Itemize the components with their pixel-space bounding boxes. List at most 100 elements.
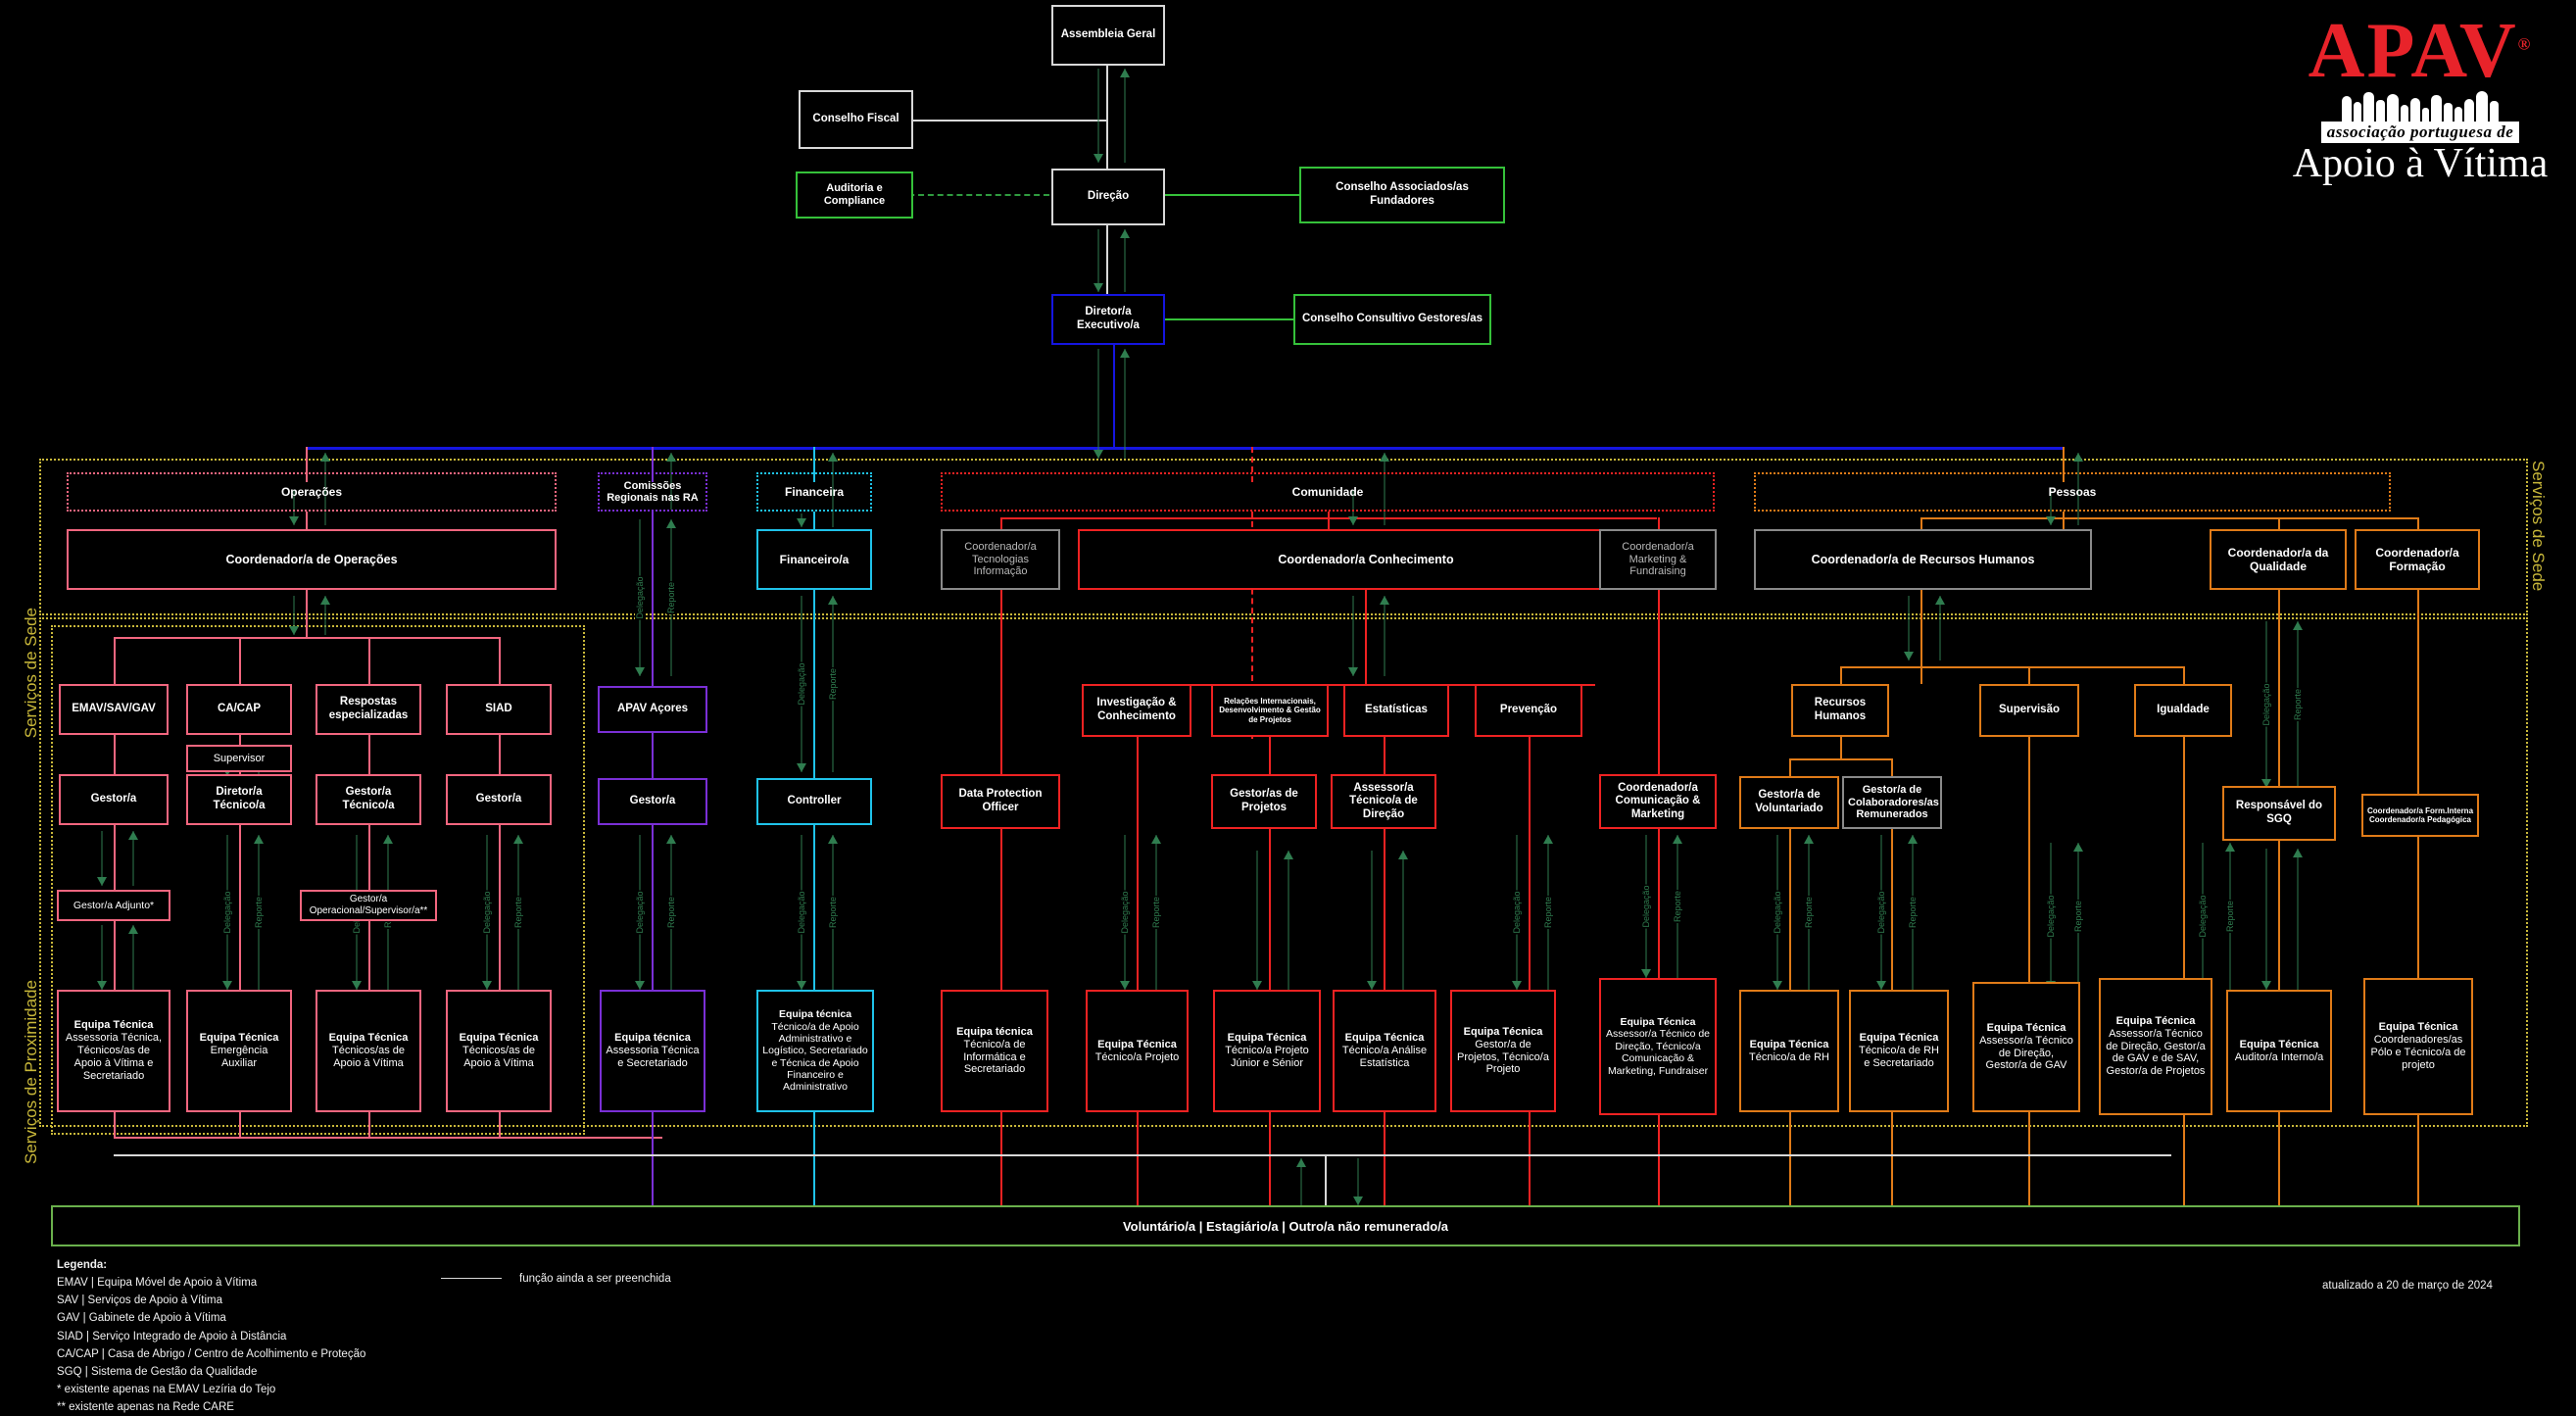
legend-item-double-asterisk: ** existente apenas na Rede CARE [57,1401,234,1414]
node-responsavel-sgq[interactable]: Responsável do SGQ [2222,786,2336,841]
node-coordenador-rh[interactable]: Coordenador/a de Recursos Humanos [1754,529,2092,590]
team-title: Equipa Técnica [73,1019,154,1032]
node-controller[interactable]: Controller [756,778,872,825]
bus-blue-drop [1113,345,1115,448]
arrow-rep-sgq [2290,849,2306,990]
arrow-deleg-op-1 [94,831,110,886]
line-op-to-emav [114,637,116,684]
line-recursos-to-vol [1789,758,1791,776]
line-emav-gestor [114,735,116,774]
team-box-formacao[interactable]: Equipa Técnica Coordenadores/as Pólo e T… [2363,978,2473,1115]
team-box-qualidade[interactable]: Equipa Técnica Auditor/a Interno/a [2226,990,2332,1112]
node-assessor-tecnico-direcao[interactable]: Assessor/a Técnico/a de Direção [1331,774,1436,829]
node-conselho-fiscal[interactable]: Conselho Fiscal [799,90,913,149]
node-relacoes-internacionais[interactable]: Relações Internacionais, Desenvolvimento… [1211,684,1329,737]
line-recursos-to-colab [1891,758,1893,776]
team-title: Equipa técnica [778,1008,852,1021]
node-dpo[interactable]: Data Protection Officer [941,774,1060,829]
team-line: Assessoria Técnica, Técnicos/as de Apoio… [65,1032,163,1082]
band-financeira[interactable]: Financeira [756,472,872,512]
node-gestor-tecnico[interactable]: Gestor/a Técnico/a [316,774,421,825]
node-coordenador-conhecimento[interactable]: Coordenador/a Conhecimento [1078,529,1654,590]
node-assembleia-geral[interactable]: Assembleia Geral [1051,5,1165,66]
team-title: Equipa Técnica [2115,1014,2196,1027]
team-box-com-2[interactable]: Equipa Técnica Técnico/a Projeto Júnior … [1213,990,1321,1112]
band-operacoes[interactable]: Operações [67,472,557,512]
node-diretor-executivo[interactable]: Diretor/a Executivo/a [1051,294,1165,345]
line-rh-to-supervisao [2028,666,2030,684]
team-box-pessoas-4[interactable]: Equipa Técnica Assessor/a Técnico de Dir… [2099,978,2212,1115]
line-resp-gestor [368,735,370,774]
node-gestor-emav[interactable]: Gestor/a [59,774,169,825]
legend-item-sav: SAV | Serviços de Apoio à Vítima [57,1294,222,1307]
node-coordenador-tecnologias[interactable]: Coordenador/a Tecnologias Informação [941,529,1060,590]
band-pessoas[interactable]: Pessoas [1754,472,2391,512]
band-comissoes-regionais[interactable]: Comissões Regionais nas RA [598,472,707,512]
line-band-coord-operacoes [306,512,308,529]
team-box-op-4[interactable]: Equipa Técnica Técnicos/as de Apoio à Ví… [446,990,552,1112]
arrow-deleg-band-fin [794,513,809,527]
line-superv-equipa [2028,737,2030,990]
team-box-regional[interactable]: Equipa técnica Assessoria Técnica e Secr… [600,990,705,1112]
team-box-com-4[interactable]: Equipa Técnica Gestor/a de Projetos, Téc… [1450,990,1556,1112]
line-controller-equipa [813,825,815,990]
team-title: Equipa Técnica [1344,1032,1425,1045]
node-coordenador-marketing[interactable]: Coordenador/a Marketing & Fundraising [1599,529,1717,590]
node-gestor-adjunto[interactable]: Gestor/a Adjunto* [57,890,170,921]
node-gestor-siad[interactable]: Gestor/a [446,774,552,825]
node-apav-acores[interactable]: APAV Açores [598,686,707,733]
line-gestor-equipa-ri [1269,829,1271,990]
node-supervisor[interactable]: Supervisor [186,745,292,772]
node-coordenador-formacao[interactable]: Coordenador/a Formação [2355,529,2480,590]
arrow-rep-igual: Reporte [2222,843,2238,990]
team-line: Assessor/a Técnico de Direção, Gestor/a … [1979,1034,2073,1072]
node-supervisao[interactable]: Supervisão [1979,684,2079,737]
node-gestor-projetos[interactable]: Gestor/as de Projetos [1211,774,1317,829]
node-coordenador-formacao-interna[interactable]: Coordenador/a Form.Interna Coordenador/a… [2361,794,2479,837]
node-gestor-voluntariado[interactable]: Gestor/a de Voluntariado [1739,776,1839,829]
node-conselho-associados[interactable]: Conselho Associados/as Fundadores [1299,167,1505,223]
team-box-ti[interactable]: Equipa técnica Técnico/a de Informática … [941,990,1048,1112]
node-ca-cap[interactable]: CA/CAP [186,684,292,735]
node-gestor-operacional[interactable]: Gestor/a Operacional/Supervisor/a** [300,890,437,921]
line-qual-form-fanout [2278,517,2417,519]
node-auditoria-compliance[interactable]: Auditoria e Compliance [796,171,913,219]
team-line: Emergência [210,1045,268,1057]
team-box-op-1[interactable]: Equipa Técnica Assessoria Técnica, Técni… [57,990,170,1112]
node-diretor-tecnico[interactable]: Diretor/a Técnico/a [186,774,292,825]
team-box-financeira[interactable]: Equipa técnica Técnico/a de Apoio Admini… [756,990,874,1112]
band-comunidade[interactable]: Comunidade [941,472,1715,512]
team-line: Coordenadores/as Pólo e Técnico/a de pro… [2370,1034,2466,1071]
node-coordenador-comunicacao-marketing[interactable]: Coordenador/a Comunicação & Marketing [1599,774,1717,829]
line-gestor-equipa-acores [652,825,654,990]
node-direcao[interactable]: Direção [1051,169,1165,225]
node-financeiro[interactable]: Financeiro/a [756,529,872,590]
team-box-com-1[interactable]: Equipa Técnica Técnico/a Projeto [1086,990,1189,1112]
node-siad[interactable]: SIAD [446,684,552,735]
node-conselho-consultivo[interactable]: Conselho Consultivo Gestores/as [1293,294,1491,345]
node-igualdade[interactable]: Igualdade [2134,684,2232,737]
node-recursos-humanos[interactable]: Recursos Humanos [1791,684,1889,737]
team-line: Auditor/a Interno/a [2234,1050,2324,1063]
node-respostas-especializadas[interactable]: Respostas especializadas [316,684,421,735]
team-box-op-3[interactable]: Equipa Técnica Técnicos/as de Apoio à Ví… [316,990,421,1112]
arrow-rep-op-1b [125,925,141,990]
team-box-pessoas-3[interactable]: Equipa Técnica Assessor/a Técnico de Dir… [1972,982,2080,1112]
team-box-pessoas-2[interactable]: Equipa Técnica Técnico/a de RH e Secreta… [1849,990,1949,1112]
node-gestor-acores[interactable]: Gestor/a [598,778,707,825]
team-box-com-3[interactable]: Equipa Técnica Técnico/a Análise Estatís… [1333,990,1436,1112]
node-prevencao[interactable]: Prevenção [1475,684,1582,737]
node-coordenador-operacoes[interactable]: Coordenador/a de Operações [67,529,557,590]
node-estatisticas[interactable]: Estatísticas [1343,684,1449,737]
node-investigacao-conhecimento[interactable]: Investigação & Conhecimento [1082,684,1191,737]
node-gestor-colaboradores[interactable]: Gestor/a de Colaboradores/as Remunerados [1842,776,1942,829]
node-coordenador-qualidade[interactable]: Coordenador/a da Qualidade [2210,529,2347,590]
team-box-pessoas-1[interactable]: Equipa Técnica Técnico/a de RH [1739,990,1839,1112]
bottom-bar-voluntarios[interactable]: Voluntário/a | Estagiário/a | Outro/a nã… [51,1205,2520,1246]
arrow-rep-ri [1281,851,1296,990]
line-dpo-equipa [1000,829,1002,990]
team-box-op-2[interactable]: Equipa Técnica Emergência Auxiliar [186,990,292,1112]
node-emav-sav-gav[interactable]: EMAV/SAV/GAV [59,684,169,735]
team-box-marketing[interactable]: Equipa Técnica Assessor/a Técnico de Dir… [1599,978,1717,1115]
legend-item-emav: EMAV | Equipa Móvel de Apoio à Vítima [57,1277,258,1290]
